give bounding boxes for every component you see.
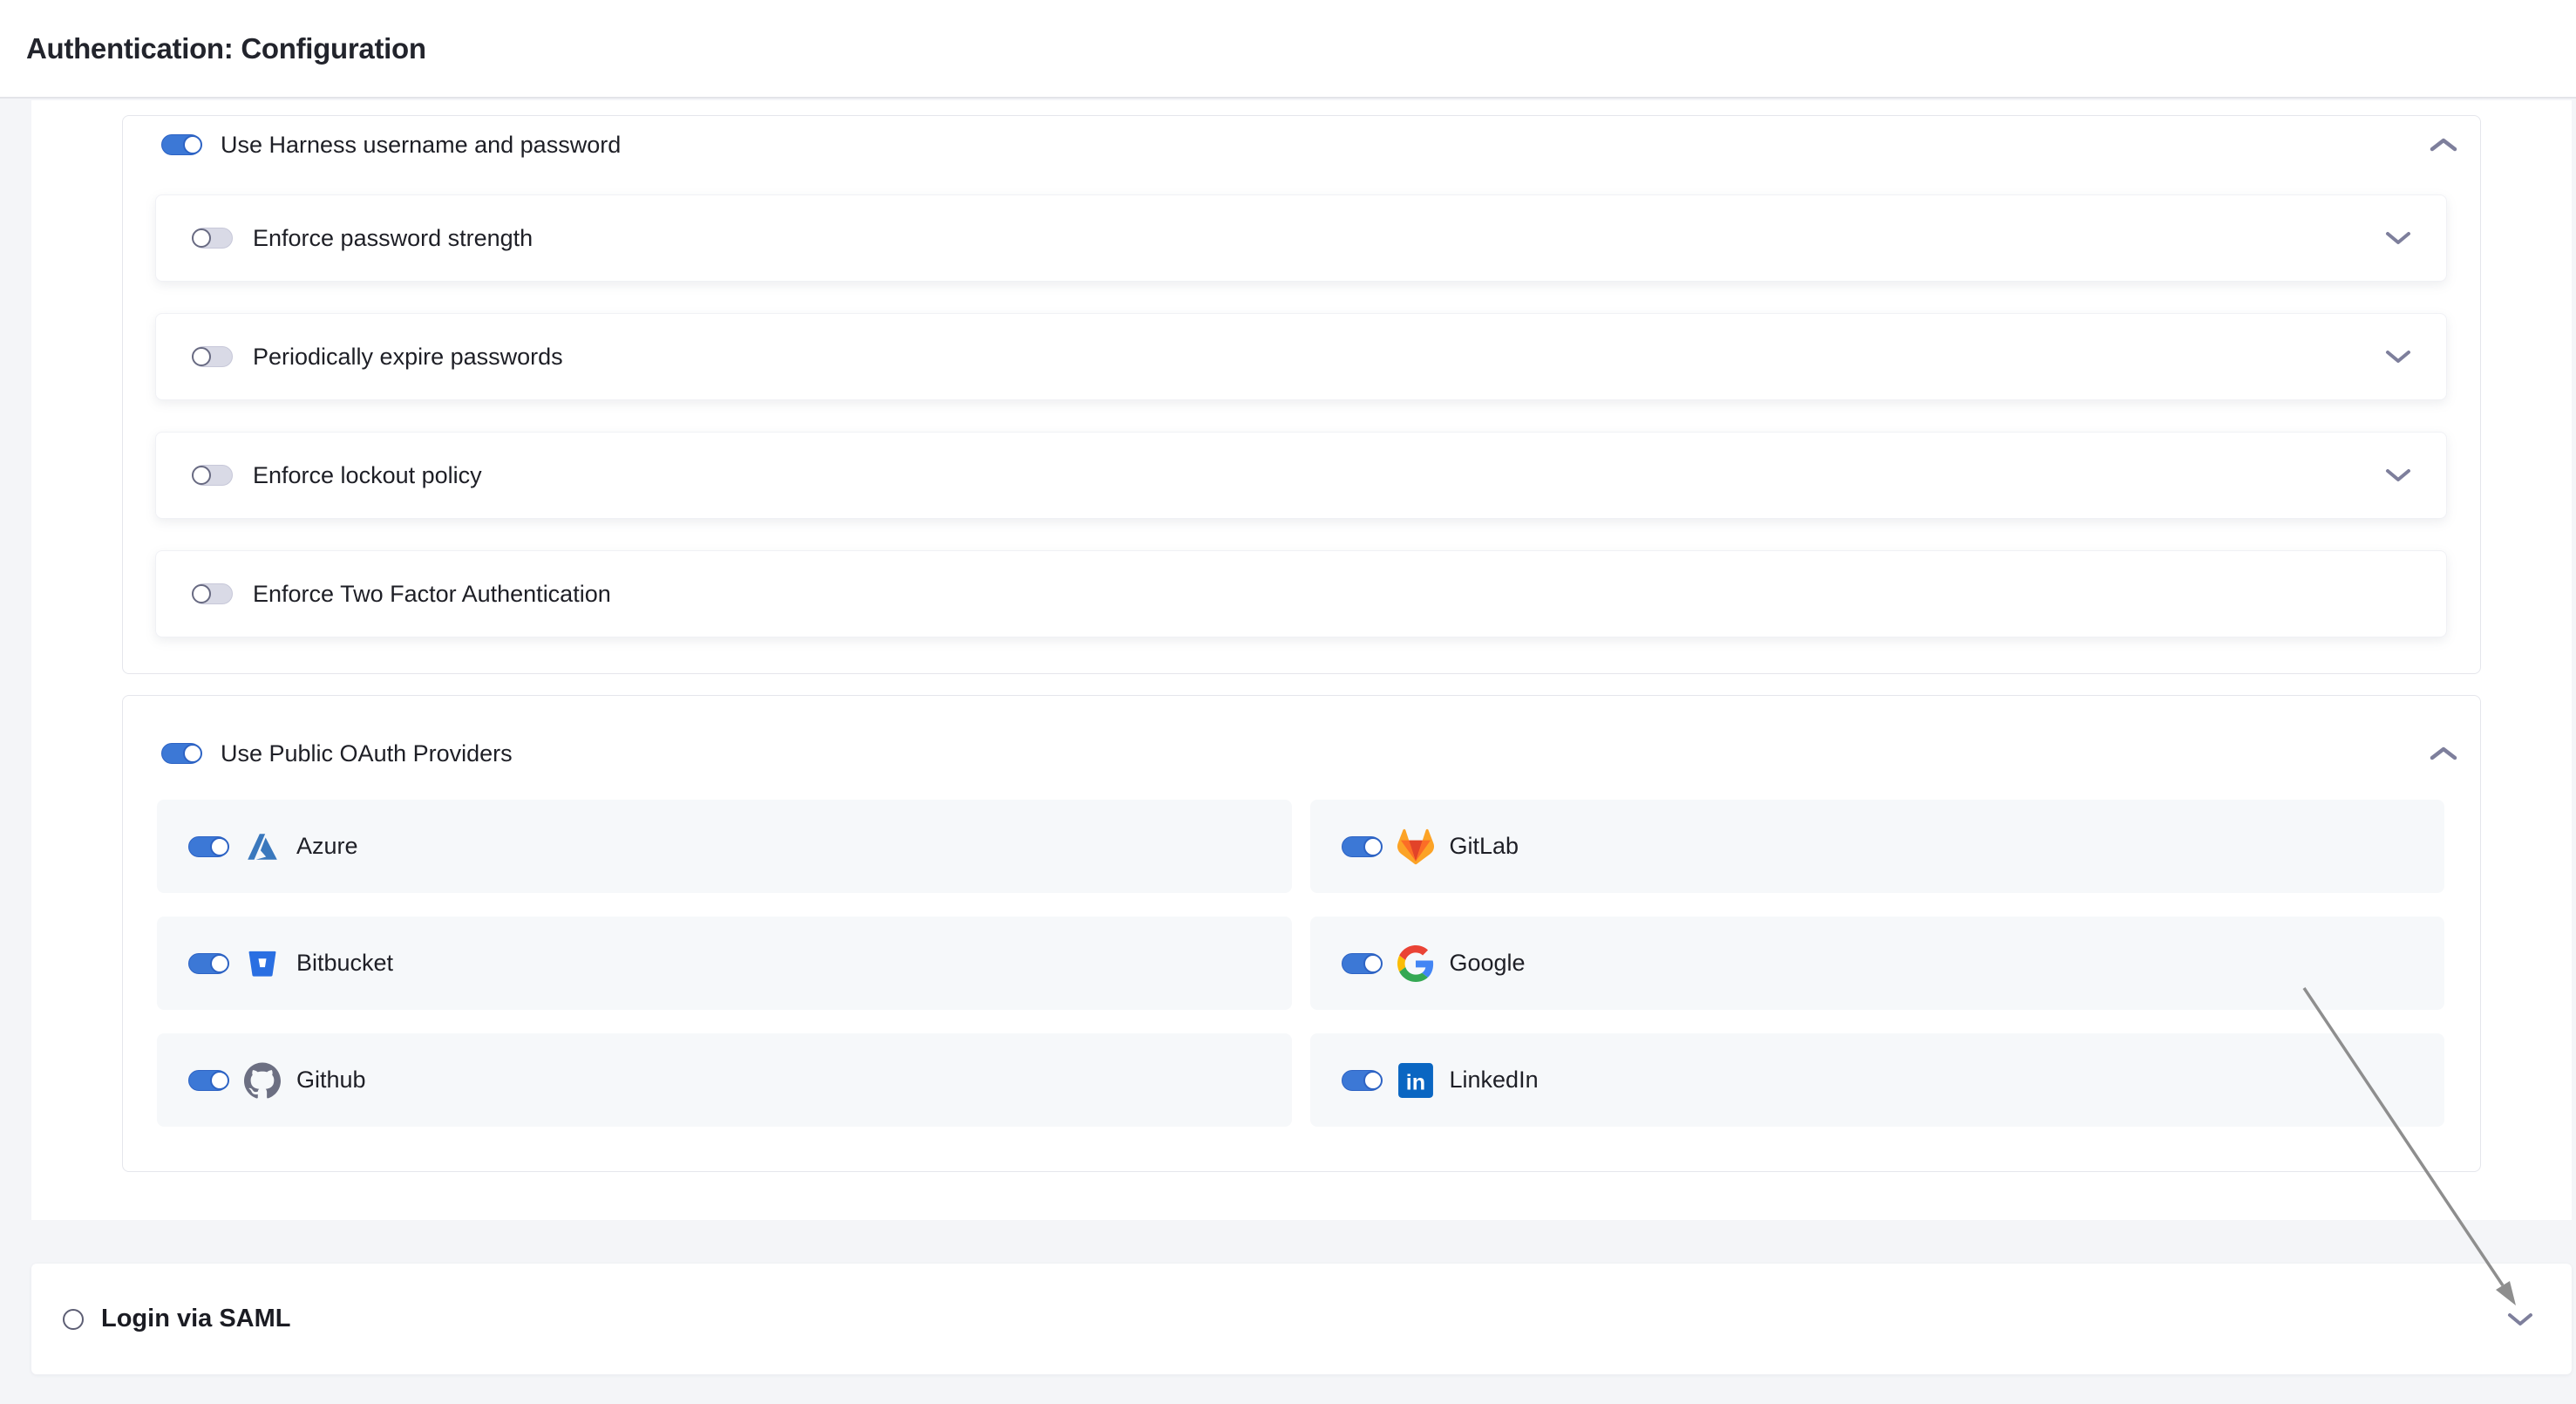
provider-label: LinkedIn bbox=[1450, 1067, 1539, 1094]
enforce-two-factor-authentication-toggle[interactable] bbox=[193, 583, 233, 604]
toggle-knob bbox=[192, 466, 211, 485]
page-title: Authentication: Configuration bbox=[26, 32, 426, 65]
provider-label: Azure bbox=[296, 833, 358, 860]
toggle-knob bbox=[210, 954, 229, 973]
section-harness-username-password: Use Harness username and password Enforc… bbox=[122, 115, 2481, 674]
option-label: Enforce password strength bbox=[253, 225, 533, 252]
bitbucket-toggle[interactable] bbox=[188, 953, 228, 974]
periodically-expire-passwords-toggle[interactable] bbox=[193, 346, 233, 367]
option-label: Enforce lockout policy bbox=[253, 462, 482, 489]
chevron-down-icon[interactable] bbox=[2385, 350, 2411, 364]
google-toggle[interactable] bbox=[1342, 953, 1382, 974]
azure-toggle[interactable] bbox=[188, 836, 228, 857]
linkedin-toggle[interactable] bbox=[1342, 1070, 1382, 1091]
option-label: Enforce Two Factor Authentication bbox=[253, 581, 611, 608]
toggle-knob bbox=[192, 228, 211, 248]
toggle-knob bbox=[1363, 1071, 1383, 1090]
option-enforce-two-factor-authentication: Enforce Two Factor Authentication bbox=[155, 550, 2447, 637]
toggle-knob bbox=[192, 347, 211, 366]
chevron-down-icon[interactable] bbox=[2507, 1312, 2533, 1326]
auth-settings-panel: Use Harness username and password Enforc… bbox=[31, 100, 2572, 1220]
option-periodically-expire-passwords: Periodically expire passwords bbox=[155, 313, 2447, 400]
provider-tile-linkedin: in LinkedIn bbox=[1310, 1033, 2445, 1127]
github-icon bbox=[244, 1062, 281, 1099]
section-login-via-saml: Login via SAML bbox=[31, 1264, 2572, 1374]
toggle-knob bbox=[1363, 954, 1383, 973]
option-enforce-lockout-policy: Enforce lockout policy bbox=[155, 432, 2447, 519]
svg-text:in: in bbox=[1405, 1070, 1424, 1094]
oauth-section-title: Use Public OAuth Providers bbox=[221, 740, 513, 767]
harness-username-password-toggle[interactable] bbox=[161, 134, 201, 155]
provider-tile-bitbucket: Bitbucket bbox=[157, 917, 1292, 1010]
oauth-section-header: Use Public OAuth Providers bbox=[123, 725, 2480, 782]
saml-radio-button[interactable] bbox=[63, 1309, 84, 1330]
toggle-knob bbox=[1363, 837, 1383, 856]
provider-tile-azure: Azure bbox=[157, 800, 1292, 893]
gitlab-icon bbox=[1397, 828, 1434, 865]
chevron-up-icon[interactable] bbox=[2430, 746, 2457, 761]
saml-section-title: Login via SAML bbox=[101, 1305, 291, 1333]
chevron-down-icon[interactable] bbox=[2385, 468, 2411, 482]
toggle-knob bbox=[210, 837, 229, 856]
chevron-down-icon[interactable] bbox=[2385, 231, 2411, 245]
enforce-lockout-policy-toggle[interactable] bbox=[193, 465, 233, 486]
provider-tile-gitlab: GitLab bbox=[1310, 800, 2445, 893]
provider-tile-google: Google bbox=[1310, 917, 2445, 1010]
page-header: Authentication: Configuration bbox=[0, 0, 2576, 99]
toggle-knob bbox=[210, 1071, 229, 1090]
provider-label: Github bbox=[296, 1067, 366, 1094]
option-label: Periodically expire passwords bbox=[253, 344, 563, 371]
toggle-knob bbox=[183, 135, 202, 154]
harness-section-header: Use Harness username and password bbox=[123, 116, 2480, 174]
provider-label: Google bbox=[1450, 950, 1526, 977]
gitlab-toggle[interactable] bbox=[1342, 836, 1382, 857]
harness-section-title: Use Harness username and password bbox=[221, 132, 621, 159]
public-oauth-providers-toggle[interactable] bbox=[161, 743, 201, 764]
provider-label: Bitbucket bbox=[296, 950, 393, 977]
enforce-password-strength-toggle[interactable] bbox=[193, 228, 233, 249]
option-enforce-password-strength: Enforce password strength bbox=[155, 194, 2447, 282]
provider-label: GitLab bbox=[1450, 833, 1519, 860]
bitbucket-icon bbox=[244, 945, 281, 982]
oauth-provider-grid: Azure GitLab Bitbucket bbox=[157, 800, 2444, 1127]
github-toggle[interactable] bbox=[188, 1070, 228, 1091]
toggle-knob bbox=[192, 584, 211, 603]
google-icon bbox=[1397, 945, 1434, 982]
section-public-oauth-providers: Use Public OAuth Providers Azure bbox=[122, 695, 2481, 1172]
toggle-knob bbox=[183, 744, 202, 763]
linkedin-icon: in bbox=[1397, 1062, 1434, 1099]
chevron-up-icon[interactable] bbox=[2430, 137, 2457, 153]
provider-tile-github: Github bbox=[157, 1033, 1292, 1127]
azure-icon bbox=[244, 828, 281, 865]
password-option-list: Enforce password strength Periodically e… bbox=[155, 194, 2447, 669]
